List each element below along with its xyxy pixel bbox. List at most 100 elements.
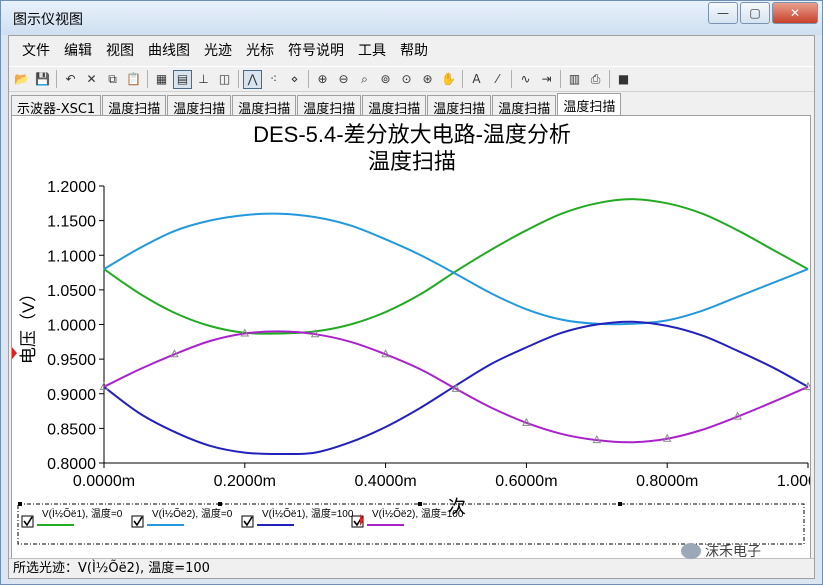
y-tick-label: 1.1000 (47, 248, 96, 265)
tab-2[interactable]: 温度扫描 (167, 95, 232, 117)
zoom-y-icon[interactable]: ⊙ (397, 70, 416, 89)
tab-strip: 示波器-XSC1 温度扫描 温度扫描 温度扫描 温度扫描 温度扫描 温度扫描 温度扫描 温度扫描 (9, 93, 814, 117)
x-tick-label: 0.6000m (495, 473, 557, 490)
export-icon[interactable]: ⇥ (537, 70, 556, 89)
y-tick-label: 0.8000 (47, 456, 96, 473)
tab-1[interactable]: 温度扫描 (102, 95, 167, 117)
legend-label-1: V(Ì½Õë2), 温度=0 (152, 507, 233, 520)
maximize-button[interactable]: ▢ (740, 2, 770, 24)
print-icon[interactable]: ⎙ (586, 70, 605, 89)
wechat-icon (681, 543, 701, 559)
menu-item-5[interactable]: 光标 (239, 40, 281, 60)
tab-4[interactable]: 温度扫描 (297, 95, 362, 117)
y-tick-label: 0.8500 (47, 421, 96, 438)
tab-3[interactable]: 温度扫描 (232, 95, 297, 117)
cursor-icon[interactable]: ⊥ (194, 70, 213, 89)
menu-bar: 文件 编辑 视图 曲线图 光迹 光标 符号说明 工具 帮助 (9, 36, 814, 64)
zoom-fit-icon[interactable]: ⊛ (418, 70, 437, 89)
window-title: 图示仪视图 (13, 12, 83, 28)
status-bar: 所选光迹：V(Ì½Õë2), 温度=100 (9, 558, 814, 578)
tab-0[interactable]: 示波器-XSC1 (11, 95, 102, 117)
toolbar-separator (511, 70, 512, 88)
status-text: 所选光迹：V(Ì½Õë2), 温度=100 (13, 561, 210, 576)
tab-7[interactable]: 温度扫描 (492, 95, 557, 117)
y-tick-label: 1.0000 (47, 318, 96, 335)
y-axis-label: 电压（V） (19, 285, 38, 364)
y-tick-label: 1.2000 (47, 179, 96, 196)
label-icon[interactable]: ⁄ (488, 70, 507, 89)
close-button[interactable]: ✕ (772, 2, 818, 24)
x-tick-label: 0.0000m (73, 473, 135, 490)
window-frame: 图示仪视图 — ▢ ✕ 文件 编辑 视图 曲线图 光迹 光标 符号说明 工具 帮助 📂 💾 ↶ ✕ ⧉ 📋… (0, 0, 823, 585)
toolbar-separator (56, 70, 57, 88)
dots-trace-icon[interactable]: ⁖ (264, 70, 283, 89)
toolbar-separator (308, 70, 309, 88)
legend-label-2: V(Ì½Õë1), 温度=100 (262, 507, 354, 520)
title-bar[interactable]: 图示仪视图 — ▢ ✕ (1, 1, 822, 35)
copy-icon[interactable]: ⧉ (103, 70, 122, 89)
y-tick-label: 0.9500 (47, 352, 96, 369)
paste-icon[interactable]: 📋 (124, 70, 143, 89)
y-cursor-marker (12, 347, 17, 360)
x-tick-label: 0.4000m (354, 473, 416, 490)
minimize-button[interactable]: — (708, 2, 738, 24)
tab-8[interactable]: 温度扫描 (557, 93, 622, 115)
legend-label-3: V(Ì½Õë2), 温度=100 (372, 507, 464, 520)
stop-icon[interactable]: ■ (614, 70, 633, 89)
line-dots-trace-icon[interactable]: ⋄ (285, 70, 304, 89)
zoom-area-icon[interactable]: ⌕ (355, 70, 374, 89)
save-icon[interactable]: 💾 (33, 70, 52, 89)
x-tick-label: 0.2000m (214, 473, 276, 490)
menu-item-8[interactable]: 帮助 (393, 40, 435, 60)
y-tick-label: 1.0500 (47, 283, 96, 300)
series-line-1 (103, 212, 809, 326)
y-tick-label: 0.9000 (47, 387, 96, 404)
trace-properties-icon[interactable]: ∿ (516, 70, 535, 89)
grid-icon[interactable]: ▦ (152, 70, 171, 89)
legend-handle (618, 502, 622, 506)
zoom-out-icon[interactable]: ⊖ (334, 70, 353, 89)
client-area: 文件 编辑 视图 曲线图 光迹 光标 符号说明 工具 帮助 📂 💾 ↶ ✕ ⧉ 📋 ▦ ▤ ⊥ ◫ ⋀ ⁖ ⋄ ⊕ ⊖ ⌕ ⊚ ⊙… (8, 35, 823, 579)
zoom-x-icon[interactable]: ⊚ (376, 70, 395, 89)
window-controls: — ▢ ✕ (706, 2, 818, 24)
menu-item-4[interactable]: 光迹 (197, 40, 239, 60)
series-line-3 (103, 330, 809, 444)
undo-icon[interactable]: ↶ (61, 70, 80, 89)
x-tick-label: 1.0000m (777, 473, 810, 490)
chart-title: DES-5.4-差分放大电路-温度分析 (253, 122, 571, 147)
legend-label-0: V(Ì½Õë1), 温度=0 (42, 507, 123, 520)
chart-svg[interactable]: DES-5.4-差分放大电路-温度分析温度扫描 0.8000 0.8500 0.900… (12, 116, 823, 558)
watermark: 沫禾电子 (681, 541, 761, 561)
chart-subtitle: 温度扫描 (368, 149, 456, 174)
menu-item-0[interactable]: 文件 (15, 40, 57, 60)
toolbar-separator (560, 70, 561, 88)
tab-5[interactable]: 温度扫描 (362, 95, 427, 117)
legend-handle (18, 502, 22, 506)
toolbar-separator (609, 70, 610, 88)
line-trace-icon[interactable]: ⋀ (243, 69, 262, 89)
page-setup-icon[interactable]: ▥ (565, 70, 584, 89)
legend-handle (218, 502, 222, 506)
menu-item-3[interactable]: 曲线图 (141, 40, 197, 60)
tab-6[interactable]: 温度扫描 (427, 95, 492, 117)
overlay-icon[interactable]: ◫ (215, 70, 234, 89)
menu-item-2[interactable]: 视图 (99, 40, 141, 60)
menu-item-1[interactable]: 编辑 (57, 40, 99, 60)
series-line-0 (103, 198, 809, 335)
legend-handle (418, 502, 422, 506)
toolbar-separator (462, 70, 463, 88)
pan-hand-icon[interactable]: ✋ (439, 70, 458, 89)
delete-icon[interactable]: ✕ (82, 70, 101, 89)
menu-item-7[interactable]: 工具 (351, 40, 393, 60)
open-folder-icon[interactable]: 📂 (12, 70, 31, 89)
toolbar-separator (238, 70, 239, 88)
plot-area[interactable]: DES-5.4-差分放大电路-温度分析 温度扫描 0.8000 0.8500 0.900… (11, 115, 823, 559)
toolbar-separator (147, 70, 148, 88)
legend-icon[interactable]: ▤ (173, 69, 192, 89)
zoom-in-icon[interactable]: ⊕ (313, 70, 332, 89)
y-tick-label: 1.1500 (47, 214, 96, 231)
font-icon[interactable]: A (467, 70, 486, 89)
menu-item-6[interactable]: 符号说明 (281, 40, 351, 60)
toolbar: 📂 💾 ↶ ✕ ⧉ 📋 ▦ ▤ ⊥ ◫ ⋀ ⁖ ⋄ ⊕ ⊖ ⌕ ⊚ ⊙ ⊛ ✋ A ⁄ ∿ ⇥ ▥ ⎙ ■ (9, 66, 814, 92)
watermark-text: 沫禾电子 (705, 544, 761, 560)
